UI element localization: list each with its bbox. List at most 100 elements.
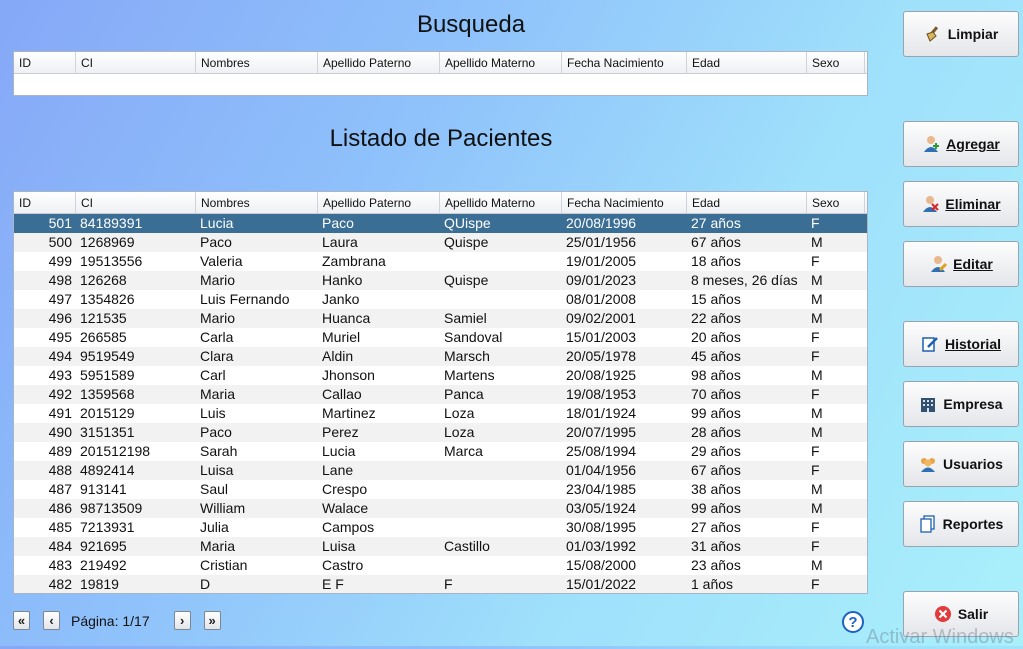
search-header-sexo[interactable]: Sexo (807, 52, 865, 73)
cell-id: 495 (48, 329, 72, 345)
search-header-id[interactable]: ID (14, 52, 76, 73)
cell-id: 482 (48, 576, 72, 592)
cell-apellido-paterno: Walace (322, 500, 369, 516)
editar-button[interactable]: Editar (903, 241, 1019, 287)
cell-fecha-nacimiento: 15/01/2022 (566, 576, 637, 592)
cell-id: 490 (48, 424, 72, 440)
table-row[interactable]: 492 1359568 Maria Callao Panca 19/08/1953 70 a… (14, 385, 867, 404)
table-row[interactable]: 484 921695 Maria Luisa Castillo 01/03/1992 31 … (14, 537, 867, 556)
patients-header-edad[interactable]: Edad (687, 192, 807, 213)
cell-edad: 22 años (691, 310, 741, 326)
cell-edad: 8 meses, 26 días (691, 272, 798, 288)
patients-header-sexo[interactable]: Sexo (807, 192, 865, 213)
cell-id: 497 (48, 291, 72, 307)
cell-id: 492 (48, 386, 72, 402)
table-row[interactable]: 497 1354826 Luis Fernando Janko 08/01/2008 15… (14, 290, 867, 309)
cell-apellido-paterno: Callao (322, 386, 362, 402)
table-row[interactable]: 500 1268969 Paco Laura Quispe 25/01/1956 67 añ… (14, 233, 867, 252)
table-row[interactable]: 486 98713509 William Walace 03/05/1924 99 año… (14, 499, 867, 518)
cell-sexo: M (811, 481, 823, 497)
cell-fecha-nacimiento: 19/01/2005 (566, 253, 637, 269)
table-row[interactable]: 487 913141 Saul Crespo 23/04/1985 38 años M (14, 480, 867, 499)
cell-fecha-nacimiento: 15/01/2003 (566, 329, 637, 345)
cell-apellido-paterno: Campos (322, 519, 375, 535)
table-row[interactable]: 493 5951589 Carl Jhonson Martens 20/08/1925 98… (14, 366, 867, 385)
patients-header-id[interactable]: ID (14, 192, 76, 213)
patients-header-apellido-paterno[interactable]: Apellido Paterno (318, 192, 440, 213)
cell-id: 501 (48, 215, 72, 231)
patients-header-ci[interactable]: CI (76, 192, 196, 213)
cell-fecha-nacimiento: 25/08/1994 (566, 443, 637, 459)
table-row[interactable]: 498 126268 Mario Hanko Quispe 09/01/2023 8 mes… (14, 271, 867, 290)
broom-icon (924, 25, 942, 43)
historial-button[interactable]: Historial (903, 321, 1019, 367)
table-row[interactable]: 491 2015129 Luis Martinez Loza 18/01/1924 99 a… (14, 404, 867, 423)
patients-header-nombres[interactable]: Nombres (196, 192, 318, 213)
cell-edad: 23 años (691, 557, 741, 573)
cell-sexo: M (811, 234, 823, 250)
table-row[interactable]: 488 4892414 Luisa Lane 01/04/1956 67 años F (14, 461, 867, 480)
search-header-fecha-nacimiento[interactable]: Fecha Nacimiento (562, 52, 687, 73)
cell-edad: 29 años (691, 443, 741, 459)
cell-ci: 1354826 (80, 291, 135, 307)
cell-nombres: Luisa (200, 462, 234, 478)
cell-apellido-materno: Loza (444, 405, 475, 421)
cell-ci: 19819 (80, 576, 119, 592)
last-page-button[interactable]: » (203, 611, 221, 630)
patients-header-fecha-nacimiento[interactable]: Fecha Nacimiento (562, 192, 687, 213)
table-row[interactable]: 485 7213931 Julia Campos 30/08/1995 27 años F (14, 518, 867, 537)
cell-nombres: Mario (200, 272, 236, 288)
table-row[interactable]: 490 3151351 Paco Perez Loza 20/07/1995 28 años… (14, 423, 867, 442)
usuarios-button[interactable]: Usuarios (903, 441, 1019, 487)
search-header-apellido-materno[interactable]: Apellido Materno (440, 52, 562, 73)
help-button[interactable]: ? (842, 611, 864, 633)
search-header-nombres[interactable]: Nombres (196, 52, 318, 73)
search-header-edad[interactable]: Edad (687, 52, 807, 73)
cell-id: 498 (48, 272, 72, 288)
patients-header-apellido-materno[interactable]: Apellido Materno (440, 192, 562, 213)
cell-edad: 99 años (691, 500, 741, 516)
double-chevron-left-icon: « (17, 613, 26, 628)
cell-apellido-materno (440, 252, 562, 271)
chevron-left-icon: ‹ (49, 613, 54, 628)
search-table-header: ID CI Nombres Apellido Paterno Apellido Mate… (14, 52, 867, 74)
cell-fecha-nacimiento: 20/05/1978 (566, 348, 637, 364)
table-row[interactable]: 483 219492 Cristian Castro 15/08/2000 23 años… (14, 556, 867, 575)
cell-nombres: Saul (200, 481, 229, 497)
cell-ci: 126268 (80, 272, 127, 288)
table-row[interactable]: 489 201512198 Sarah Lucia Marca 25/08/1994 29 … (14, 442, 867, 461)
table-row[interactable]: 501 84189391 Lucia Paco QUispe 20/08/1996 27 a… (14, 214, 867, 233)
agregar-button[interactable]: Agregar (903, 121, 1019, 167)
eliminar-button[interactable]: Eliminar (903, 181, 1019, 227)
next-page-button[interactable]: › (173, 611, 191, 630)
cell-edad: 27 años (691, 519, 741, 535)
reportes-button[interactable]: Reportes (903, 501, 1019, 547)
limpiar-label: Limpiar (947, 26, 999, 42)
cell-ci: 5951589 (80, 367, 135, 383)
patients-table[interactable]: ID CI Nombres Apellido Paterno Apellido Mate… (13, 191, 868, 594)
cell-id: 489 (48, 443, 72, 459)
search-header-ci[interactable]: CI (76, 52, 196, 73)
table-row[interactable]: 499 19513556 Valeria Zambrana 19/01/2005 18 a… (14, 252, 867, 271)
table-row[interactable]: 494 9519549 Clara Aldin Marsch 20/05/1978 45 a… (14, 347, 867, 366)
cell-id: 483 (48, 557, 72, 573)
cell-apellido-materno (440, 556, 562, 575)
limpiar-button[interactable]: Limpiar (903, 11, 1019, 57)
table-row[interactable]: 495 266585 Carla Muriel Sandoval 15/01/2003 20… (14, 328, 867, 347)
help-icon: ? (848, 613, 858, 631)
cell-nombres: Maria (200, 538, 236, 554)
table-row[interactable]: 496 121535 Mario Huanca Samiel 09/02/2001 22 a… (14, 309, 867, 328)
empresa-button[interactable]: Empresa (903, 381, 1019, 427)
cell-nombres: Valeria (200, 253, 243, 269)
search-header-apellido-paterno[interactable]: Apellido Paterno (318, 52, 440, 73)
search-table[interactable]: ID CI Nombres Apellido Paterno Apellido Mate… (13, 51, 868, 96)
cell-id: 486 (48, 500, 72, 516)
prev-page-button[interactable]: ‹ (43, 611, 60, 630)
first-page-button[interactable]: « (13, 611, 30, 630)
double-chevron-right-icon: » (208, 613, 216, 628)
table-row[interactable]: 482 19819 D E F F 15/01/2022 1 años F (14, 575, 867, 593)
cell-nombres: Lucia (200, 215, 234, 231)
cell-sexo: F (811, 329, 820, 345)
cell-apellido-materno: Marsch (444, 348, 490, 364)
patients-table-body[interactable]: 501 84189391 Lucia Paco QUispe 20/08/1996 27 a… (14, 214, 867, 593)
